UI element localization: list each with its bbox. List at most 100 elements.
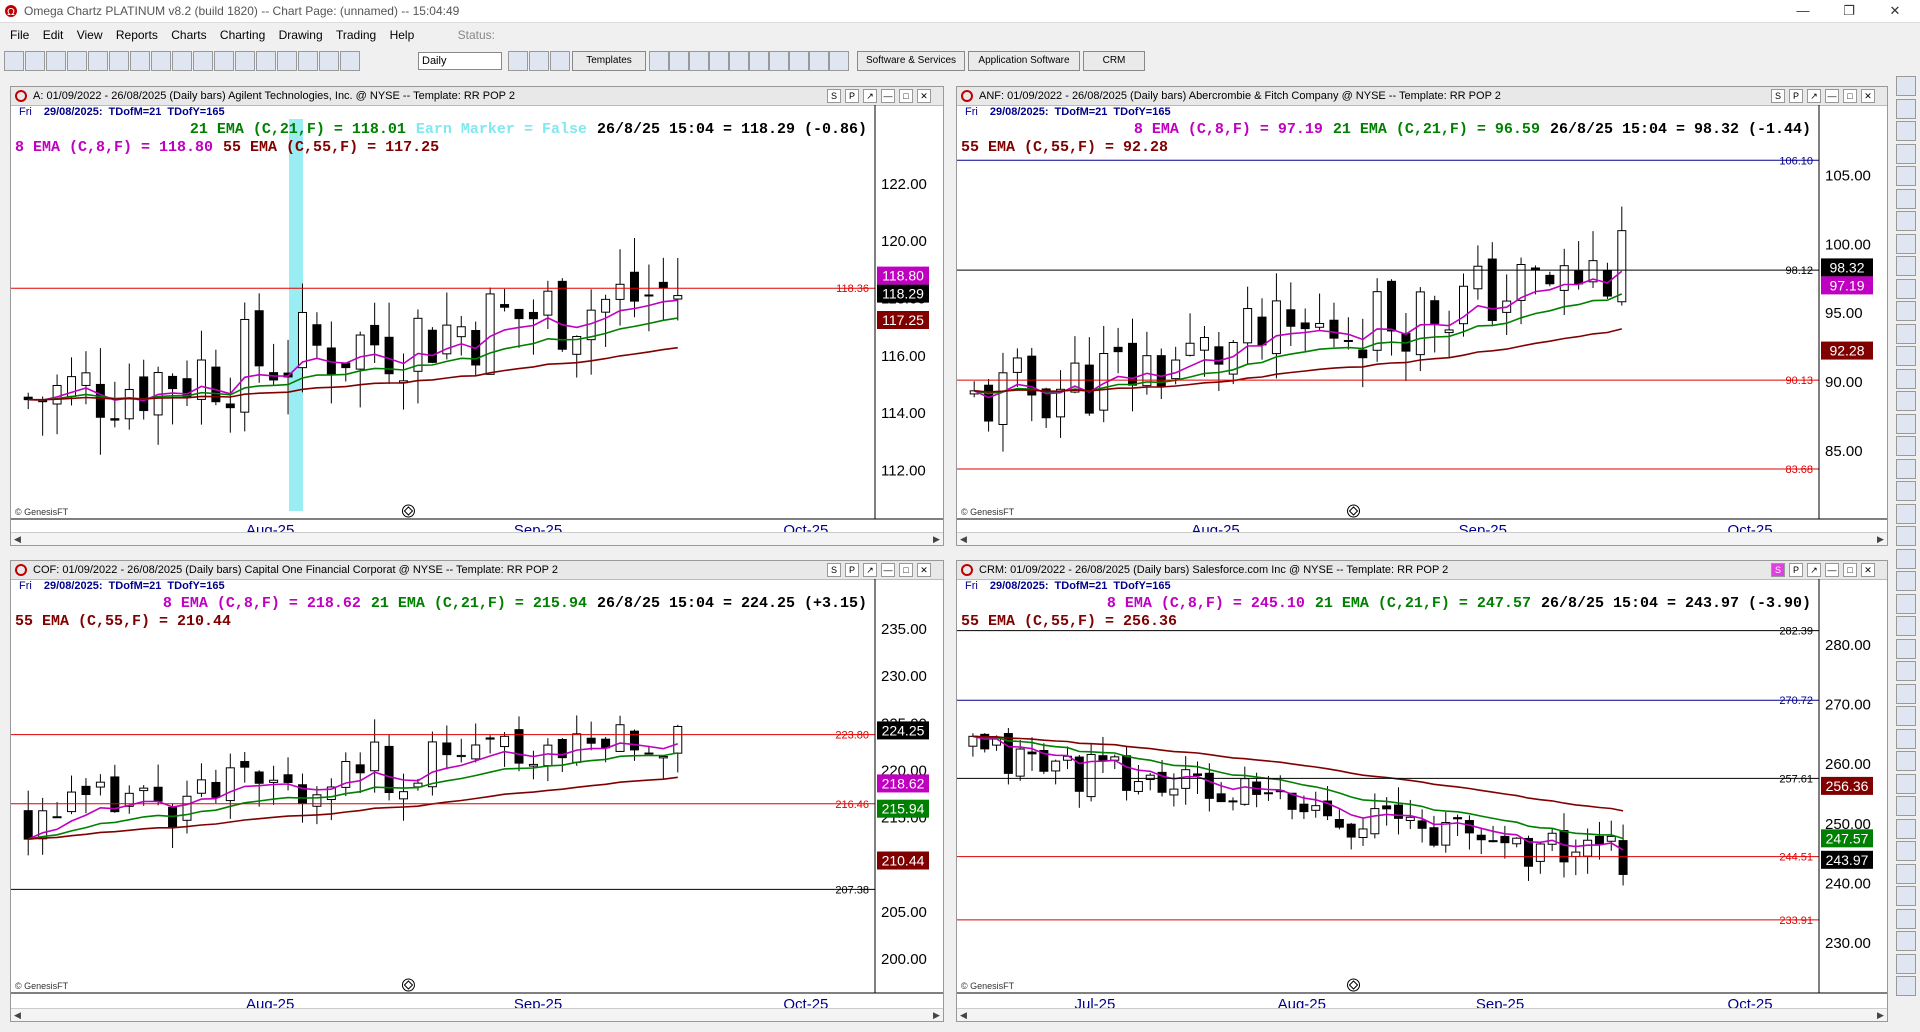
crosshair-icon[interactable] xyxy=(1896,166,1916,186)
software-services-button[interactable]: Software & Services xyxy=(857,51,965,71)
minimize-button[interactable]: — xyxy=(1780,0,1826,22)
menu-charting[interactable]: Charting xyxy=(220,28,265,42)
layout-8-icon[interactable] xyxy=(789,51,809,71)
panel-minimize-button[interactable]: — xyxy=(1825,89,1839,103)
ladder-icon[interactable] xyxy=(214,51,234,71)
channel-icon[interactable] xyxy=(1896,346,1916,366)
panel-maximize-button[interactable]: □ xyxy=(899,89,913,103)
undo-icon[interactable] xyxy=(1896,796,1916,816)
pencil-icon[interactable] xyxy=(193,51,213,71)
hline-icon[interactable] xyxy=(1896,548,1916,569)
menu-view[interactable]: View xyxy=(77,28,103,42)
scroll-left-icon[interactable]: ◀ xyxy=(11,1009,24,1021)
settings-icon[interactable] xyxy=(1896,841,1916,861)
alert-icon[interactable] xyxy=(88,51,108,71)
symbol-button[interactable]: S xyxy=(1771,89,1785,103)
symbol-button[interactable]: S xyxy=(827,89,841,103)
help-icon[interactable] xyxy=(1896,863,1916,884)
menu-drawing[interactable]: Drawing xyxy=(279,28,323,42)
horizontal-scrollbar[interactable]: ◀ ▶ xyxy=(957,1008,1887,1021)
gann-icon[interactable] xyxy=(1896,638,1916,659)
clock-icon[interactable] xyxy=(319,51,339,71)
scroll-right-icon[interactable]: ▶ xyxy=(930,1009,943,1021)
templates-button[interactable]: Templates xyxy=(572,51,646,71)
text-icon[interactable] xyxy=(1896,301,1916,321)
down-icon[interactable] xyxy=(1896,931,1916,951)
candle-icon[interactable] xyxy=(529,51,549,71)
table-icon[interactable] xyxy=(151,51,171,71)
pitch-icon[interactable] xyxy=(1896,661,1916,681)
detach-button[interactable]: ↗ xyxy=(1807,563,1821,577)
rect-icon[interactable] xyxy=(1896,233,1916,254)
panel-maximize-button[interactable]: □ xyxy=(899,563,913,577)
bar-chart-icon[interactable] xyxy=(508,51,528,71)
detach-button[interactable]: ↗ xyxy=(1807,89,1821,103)
scroll-right-icon[interactable]: ▶ xyxy=(1874,533,1887,545)
menu-reports[interactable]: Reports xyxy=(116,28,158,42)
properties-button[interactable]: P xyxy=(845,563,859,577)
scan-icon[interactable] xyxy=(256,51,276,71)
chart-icon[interactable] xyxy=(25,51,45,71)
ruler-icon[interactable] xyxy=(1896,458,1916,479)
cycle-icon[interactable] xyxy=(1896,683,1916,704)
star-icon[interactable] xyxy=(1896,503,1916,524)
pen-icon[interactable] xyxy=(1896,188,1916,209)
scroll-right-icon[interactable]: ▶ xyxy=(1874,1009,1887,1021)
symbol-button[interactable]: S xyxy=(1771,563,1785,577)
layout-5-icon[interactable] xyxy=(729,51,749,71)
scroll-left-icon[interactable]: ◀ xyxy=(957,533,970,545)
watch-icon[interactable] xyxy=(298,51,318,71)
menu-file[interactable]: File xyxy=(10,28,29,42)
restore-button[interactable]: ❐ xyxy=(1826,0,1872,22)
horizontal-scrollbar[interactable]: ◀ ▶ xyxy=(11,532,943,545)
more-icon[interactable] xyxy=(1896,886,1916,906)
end-icon[interactable] xyxy=(1896,953,1916,974)
crm-button[interactable]: CRM xyxy=(1083,51,1145,71)
line-icon[interactable] xyxy=(1896,211,1916,231)
report-icon[interactable] xyxy=(172,51,192,71)
properties-button[interactable]: P xyxy=(1789,563,1803,577)
time-cursor-icon[interactable] xyxy=(1347,504,1361,518)
menu-edit[interactable]: Edit xyxy=(43,28,64,42)
panel-minimize-button[interactable]: — xyxy=(881,89,895,103)
scroll-left-icon[interactable]: ◀ xyxy=(11,533,24,545)
scroll-left-icon[interactable]: ◀ xyxy=(957,1009,970,1021)
properties-button[interactable]: P xyxy=(845,89,859,103)
horizontal-scrollbar[interactable]: ◀ ▶ xyxy=(957,532,1887,545)
wave-icon[interactable] xyxy=(1896,728,1916,749)
properties-button[interactable]: P xyxy=(1789,89,1803,103)
panel-close-button[interactable]: ✕ xyxy=(917,89,931,103)
up-icon[interactable] xyxy=(1896,908,1916,929)
panel-minimize-button[interactable]: — xyxy=(1825,563,1839,577)
vline-icon[interactable] xyxy=(1896,571,1916,591)
ellipse-icon[interactable] xyxy=(1896,706,1916,726)
layout-4-icon[interactable] xyxy=(709,51,729,71)
home-icon[interactable] xyxy=(1896,976,1916,996)
search-icon[interactable] xyxy=(1896,121,1916,141)
layout-3-icon[interactable] xyxy=(689,51,709,71)
erase-icon[interactable] xyxy=(1896,413,1916,434)
menu-help[interactable]: Help xyxy=(390,28,415,42)
tag-icon[interactable] xyxy=(1896,526,1916,546)
panel-close-button[interactable]: ✕ xyxy=(917,563,931,577)
menu-trading[interactable]: Trading xyxy=(336,28,376,42)
panel-close-button[interactable]: ✕ xyxy=(1861,89,1875,103)
layout-2-icon[interactable] xyxy=(669,51,689,71)
cursor-icon[interactable] xyxy=(1896,143,1916,164)
layout-7-icon[interactable] xyxy=(769,51,789,71)
open-icon[interactable] xyxy=(4,51,24,71)
period-select[interactable]: Daily xyxy=(418,52,502,70)
close-button[interactable]: ✕ xyxy=(1872,0,1918,22)
horizontal-scrollbar[interactable]: ◀ ▶ xyxy=(11,1008,943,1021)
bell-icon[interactable] xyxy=(1896,481,1916,501)
measure-icon[interactable] xyxy=(1896,436,1916,456)
line-chart-icon[interactable] xyxy=(550,51,570,71)
list-icon[interactable] xyxy=(130,51,150,71)
menu-charts[interactable]: Charts xyxy=(171,28,206,42)
layout-6-icon[interactable] xyxy=(749,51,769,71)
robot-icon[interactable] xyxy=(277,51,297,71)
flag-icon[interactable] xyxy=(340,51,360,71)
arrow-icon[interactable] xyxy=(1896,256,1916,276)
ray-icon[interactable] xyxy=(1896,616,1916,636)
fib-icon[interactable] xyxy=(1896,278,1916,299)
